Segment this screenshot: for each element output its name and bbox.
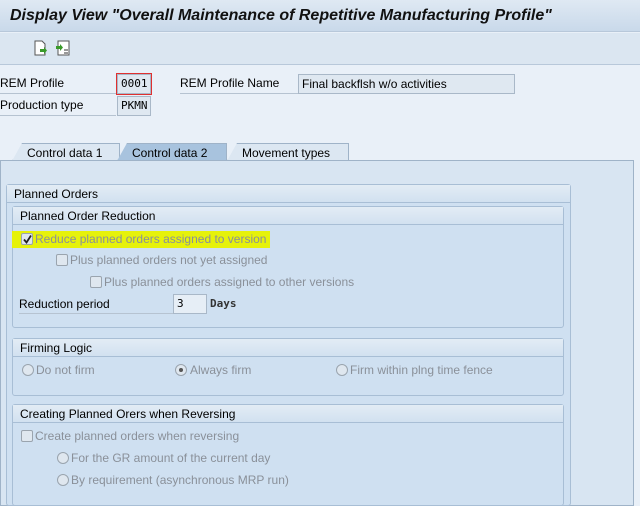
rem-profile-field[interactable]: 0001 [116,73,152,95]
plus-not-assigned-checkbox[interactable] [56,254,68,266]
create-when-reversing-label: Create planned orders when reversing [35,429,240,443]
gr-amount-radio[interactable] [57,452,69,464]
by-requirement-label: By requirement (asynchronous MRP run) [71,473,289,487]
rem-profile-name-field[interactable]: Final backflsh w/o activities [298,74,515,94]
production-type-field[interactable]: PKMN [117,96,151,116]
create-when-reversing-checkbox[interactable] [21,430,33,442]
reduce-checkbox[interactable] [21,233,33,245]
tab-control-data-1[interactable]: Control data 1 [12,143,120,161]
reduction-period-unit: Days [210,297,237,310]
do-not-firm-radio[interactable] [22,364,34,376]
reduction-period-label: Reduction period [19,297,173,314]
checkmark-icon [23,235,32,245]
always-firm-label: Always firm [190,363,252,377]
do-not-firm-label: Do not firm [36,363,95,377]
reduce-label: Reduce planned orders assigned to versio… [35,232,267,246]
group-title: Creating Planned Orers when Reversing [13,405,563,423]
gr-amount-label: For the GR amount of the current day [71,451,271,465]
title-bar: Display View "Overall Maintenance of Rep… [0,0,640,32]
new-entries-icon[interactable] [32,40,48,56]
select-detail-icon[interactable] [55,40,71,56]
group-title: Planned Order Reduction [13,207,563,225]
firm-within-fence-label: Firm within plng time fence [350,363,493,377]
group-title: Planned Orders [7,185,570,203]
always-firm-radio[interactable] [175,364,187,376]
plus-other-label: Plus planned orders assigned to other ve… [104,275,355,289]
plus-other-checkbox[interactable] [90,276,102,288]
by-requirement-radio[interactable] [57,474,69,486]
group-title: Firming Logic [13,339,563,357]
toolbar [0,33,640,65]
production-type-label: Production type [0,98,116,116]
firm-within-fence-radio[interactable] [336,364,348,376]
tab-control-data-2[interactable]: Control data 2 [117,143,227,161]
page-title: Display View "Overall Maintenance of Rep… [10,7,552,24]
plus-not-assigned-label: Plus planned orders not yet assigned [70,253,268,267]
reduction-period-field[interactable]: 3 [173,294,207,314]
rem-profile-label: REM Profile [0,76,116,94]
rem-profile-name-label: REM Profile Name [180,76,298,94]
tab-movement-types[interactable]: Movement types [227,143,349,161]
